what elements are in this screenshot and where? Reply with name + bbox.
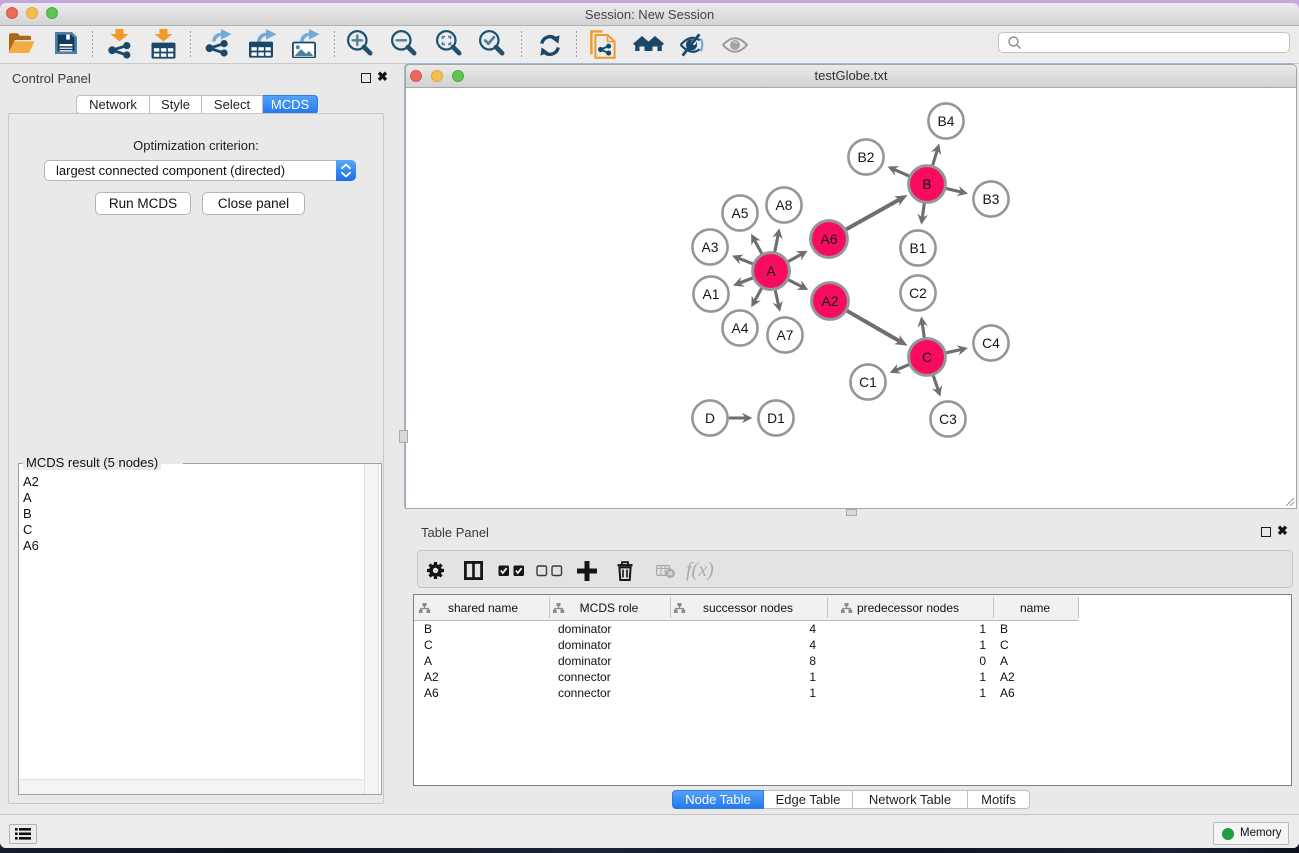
svg-text:C: C bbox=[922, 350, 932, 365]
svg-text:A7: A7 bbox=[777, 328, 794, 343]
svg-text:A6: A6 bbox=[821, 232, 838, 247]
svg-text:B4: B4 bbox=[938, 114, 955, 129]
svg-text:D: D bbox=[705, 411, 715, 426]
svg-text:B3: B3 bbox=[983, 192, 1000, 207]
svg-text:B2: B2 bbox=[858, 150, 875, 165]
svg-text:A5: A5 bbox=[732, 206, 749, 221]
svg-text:C1: C1 bbox=[859, 375, 877, 390]
svg-text:B: B bbox=[922, 177, 931, 192]
svg-text:C3: C3 bbox=[939, 412, 957, 427]
svg-text:C2: C2 bbox=[909, 286, 927, 301]
svg-text:A8: A8 bbox=[776, 198, 793, 213]
svg-text:A1: A1 bbox=[703, 287, 720, 302]
svg-text:A3: A3 bbox=[702, 240, 719, 255]
svg-text:A2: A2 bbox=[822, 294, 839, 309]
svg-text:f(x): f(x) bbox=[686, 559, 714, 581]
svg-text:B1: B1 bbox=[910, 241, 927, 256]
svg-text:D1: D1 bbox=[767, 411, 785, 426]
svg-text:A4: A4 bbox=[732, 321, 749, 336]
svg-text:C4: C4 bbox=[982, 336, 1000, 351]
svg-text:A: A bbox=[766, 264, 776, 279]
